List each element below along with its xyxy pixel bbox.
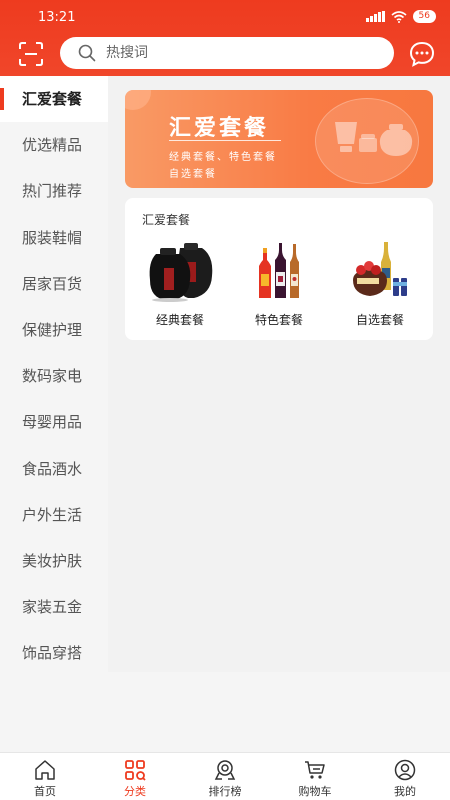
status-time: 13:21 (38, 10, 76, 25)
sidebar-item-health-care[interactable]: 保健护理 (0, 307, 108, 353)
status-bar: 13:21 56 (0, 0, 450, 36)
sidebar-item-apparel[interactable]: 服装鞋帽 (0, 215, 108, 261)
ranking-icon (214, 760, 236, 780)
tab-profile-label: 我的 (394, 785, 416, 798)
search-bar[interactable] (60, 37, 394, 69)
battery-indicator: 56 (412, 10, 436, 23)
bottom-tab-bar: 首页 分类 排行榜 购物车 我的 (0, 752, 450, 800)
category-content: 汇爱套餐 经典套餐、特色套餐 自选套餐 汇爱套餐 经典套餐 特色套餐 自选套餐 (108, 76, 450, 672)
package-item-special[interactable]: 特色套餐 (234, 240, 324, 330)
banner-subtitle: 经典套餐、特色套餐 (169, 152, 277, 163)
sidebar-item-household[interactable]: 居家百货 (0, 261, 108, 307)
package-card-title: 汇爱套餐 (142, 213, 191, 227)
sidebar-item-beauty[interactable]: 美妆护肤 (0, 538, 108, 584)
sidebar-item-huiai-package[interactable]: 汇爱套餐 (0, 76, 108, 123)
package-label: 自选套餐 (355, 313, 404, 327)
sidebar-item-food-drinks[interactable]: 食品酒水 (0, 446, 108, 492)
promo-banner[interactable]: 汇爱套餐 经典套餐、特色套餐 自选套餐 (125, 90, 433, 188)
tab-category[interactable]: 分类 (90, 753, 180, 800)
banner-subtitle-2: 自选套餐 (169, 169, 217, 180)
status-icons: 56 (365, 10, 436, 23)
tab-cart[interactable]: 购物车 (270, 753, 360, 800)
package-item-custom[interactable]: 自选套餐 (335, 240, 425, 330)
banner-glow (125, 90, 151, 110)
category-icon (125, 760, 146, 781)
sidebar-item-baby[interactable]: 母婴用品 (0, 399, 108, 445)
banner-divider (169, 140, 281, 141)
wifi-icon (391, 10, 407, 23)
package-item-classic[interactable]: 经典套餐 (135, 240, 225, 330)
tab-home[interactable]: 首页 (0, 753, 90, 800)
tab-category-label: 分类 (124, 785, 146, 798)
liquor-jars-icon (149, 243, 213, 302)
jars-illustration (335, 122, 413, 156)
signal-icon (365, 11, 385, 22)
gift-basket-icon (353, 242, 407, 296)
sidebar-item-selected-goods[interactable]: 优选精品 (0, 122, 108, 168)
header: 13:21 56 (0, 0, 450, 76)
sidebar-item-hot-picks[interactable]: 热门推荐 (0, 168, 108, 214)
empty-area (0, 672, 450, 752)
package-label: 特色套餐 (254, 313, 303, 327)
package-label: 经典套餐 (155, 313, 204, 327)
scan-icon[interactable] (18, 41, 44, 67)
tab-ranking[interactable]: 排行榜 (180, 753, 270, 800)
sidebar-item-electronics[interactable]: 数码家电 (0, 353, 108, 399)
tab-cart-label: 购物车 (298, 785, 332, 798)
banner-title: 汇爱套餐 (169, 116, 270, 141)
cart-icon (305, 761, 325, 779)
tab-profile[interactable]: 我的 (360, 753, 450, 800)
package-card: 汇爱套餐 经典套餐 特色套餐 自选套餐 (125, 198, 433, 340)
message-icon[interactable] (408, 40, 436, 68)
sidebar-item-outdoor[interactable]: 户外生活 (0, 492, 108, 538)
profile-icon (394, 759, 416, 781)
home-icon (35, 760, 55, 780)
wine-bottles-icon (259, 243, 299, 298)
category-sidebar: 汇爱套餐 优选精品 热门推荐 服装鞋帽 居家百货 保健护理 数码家电 母婴用品 … (0, 76, 108, 672)
search-input[interactable] (106, 37, 376, 69)
search-icon (78, 44, 96, 62)
tab-home-label: 首页 (34, 785, 56, 798)
sidebar-item-hardware[interactable]: 家装五金 (0, 584, 108, 630)
sidebar-item-accessories[interactable]: 饰品穿搭 (0, 630, 108, 676)
tab-ranking-label: 排行榜 (208, 785, 242, 798)
